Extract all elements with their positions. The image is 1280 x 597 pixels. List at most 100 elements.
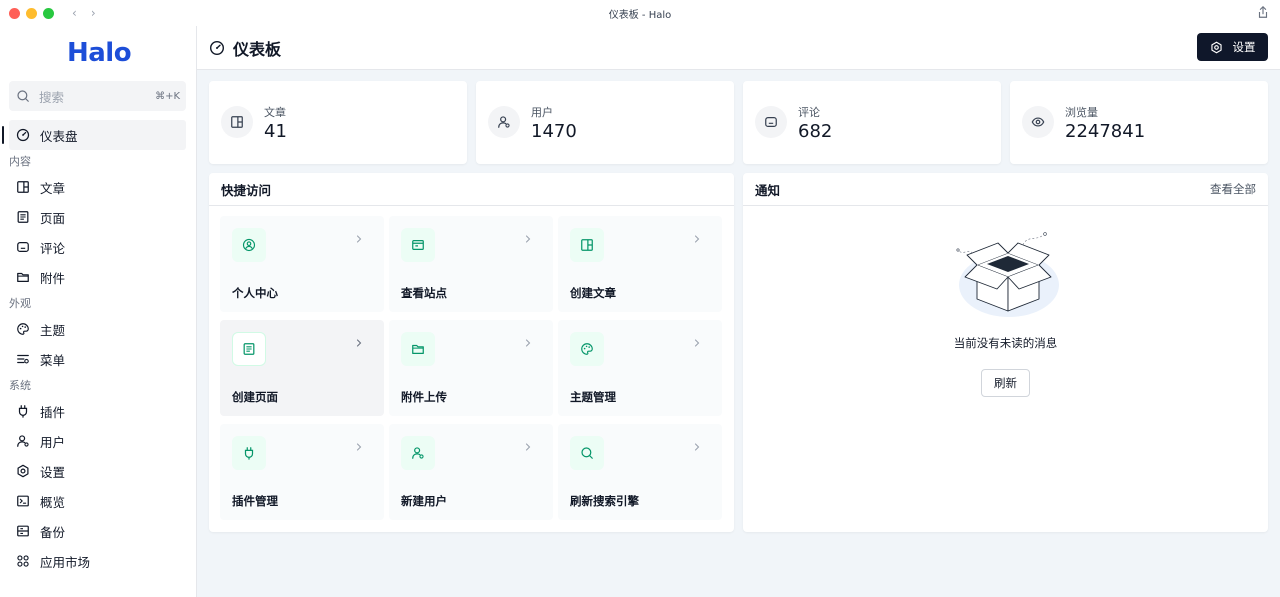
folder-icon xyxy=(16,270,30,284)
palette-icon xyxy=(16,322,30,336)
sidebar-item-plugins[interactable]: 插件 xyxy=(9,396,186,426)
stat-value: 2247841 xyxy=(1065,121,1146,142)
sidebar-menu: 仪表盘 内容 文章 页面 评论 附件 外观 主题 菜单 系统 插件 用户 设置 … xyxy=(0,120,197,576)
sidebar-item-label: 备份 xyxy=(40,524,66,540)
close-window-button[interactable] xyxy=(9,7,20,19)
settings-button[interactable]: 设置 xyxy=(1197,33,1268,61)
sidebar-item-label: 菜单 xyxy=(40,352,66,368)
share-icon[interactable] xyxy=(1256,5,1270,19)
sidebar-item-label: 插件 xyxy=(40,404,66,420)
search-shortcut: ⌘+K xyxy=(155,90,180,102)
sidebar-group-appearance: 外观 xyxy=(9,297,31,310)
sidebar-item-label: 仪表盘 xyxy=(40,128,78,144)
window-controls xyxy=(9,7,54,19)
quick-action-label: 新建用户 xyxy=(401,494,447,508)
chevron-right-icon xyxy=(523,234,533,244)
stat-card-comments: 评论 682 xyxy=(743,81,1001,164)
sidebar-group-content: 内容 xyxy=(9,155,31,168)
quick-action-theme-management[interactable]: 主题管理 xyxy=(558,320,722,416)
qa-icon-wrap xyxy=(401,332,435,366)
refresh-button[interactable]: 刷新 xyxy=(981,369,1030,397)
notifications-panel: 通知 查看全部 当前没有未读的消息 刷新 xyxy=(743,173,1268,532)
search-input[interactable]: 搜索 ⌘+K xyxy=(9,81,186,111)
quick-action-create-page[interactable]: 创建页面 xyxy=(220,320,384,416)
qa-icon-wrap xyxy=(570,228,604,262)
quick-action-profile[interactable]: 个人中心 xyxy=(220,216,384,312)
empty-box-illustration-icon xyxy=(956,232,1059,317)
sidebar-item-settings[interactable]: 设置 xyxy=(9,456,186,486)
quick-action-label: 个人中心 xyxy=(232,286,278,300)
back-arrow-icon[interactable]: ‹ xyxy=(72,6,77,20)
sidebar-item-dashboard[interactable]: 仪表盘 xyxy=(2,120,186,150)
terminal-icon xyxy=(16,494,30,508)
quick-action-view-site[interactable]: 查看站点 xyxy=(389,216,553,312)
qa-icon-wrap xyxy=(570,436,604,470)
sidebar-item-app-market[interactable]: 应用市场 xyxy=(9,546,186,576)
sidebar-item-themes[interactable]: 主题 xyxy=(9,314,186,344)
stat-label: 文章 xyxy=(264,106,286,119)
page-title-text: 仪表板 xyxy=(233,39,282,59)
sidebar-item-backup[interactable]: 备份 xyxy=(9,516,186,546)
sidebar-item-comments[interactable]: 评论 xyxy=(9,232,186,262)
chevron-right-icon xyxy=(692,338,702,348)
page-icon xyxy=(242,342,256,356)
chevron-right-icon xyxy=(692,442,702,452)
minimize-window-button[interactable] xyxy=(26,7,37,19)
quick-action-create-post[interactable]: 创建文章 xyxy=(558,216,722,312)
sidebar-item-menus[interactable]: 菜单 xyxy=(9,344,186,374)
quick-action-label: 查看站点 xyxy=(401,286,447,300)
quick-action-label: 附件上传 xyxy=(401,390,447,404)
stat-value: 1470 xyxy=(531,121,577,142)
chevron-right-icon xyxy=(523,338,533,348)
eye-icon xyxy=(1031,115,1045,129)
stat-icon-wrap xyxy=(221,106,253,138)
quick-action-upload-attachment[interactable]: 附件上传 xyxy=(389,320,553,416)
forward-arrow-icon[interactable]: › xyxy=(91,6,96,20)
quick-action-label: 创建文章 xyxy=(570,286,616,300)
sidebar-item-label: 页面 xyxy=(40,210,66,226)
page-header: 仪表板 设置 xyxy=(197,26,1280,70)
stat-label: 评论 xyxy=(798,106,820,119)
page-title: 仪表板 xyxy=(209,36,281,60)
app-logo[interactable]: Halo xyxy=(67,38,132,68)
stat-icon-wrap xyxy=(755,106,787,138)
chevron-right-icon xyxy=(523,442,533,452)
quick-action-new-user[interactable]: 新建用户 xyxy=(389,424,553,520)
quick-access-title: 快捷访问 xyxy=(221,182,272,198)
stat-label: 用户 xyxy=(531,106,553,119)
sidebar-item-label: 概览 xyxy=(40,494,66,510)
qa-icon-wrap xyxy=(401,436,435,470)
view-all-link[interactable]: 查看全部 xyxy=(1210,181,1256,197)
sidebar-item-label: 主题 xyxy=(40,322,66,338)
gear-icon xyxy=(16,464,30,478)
window-title: 仪表板 - Halo xyxy=(608,9,672,21)
apps-icon xyxy=(16,554,30,568)
chevron-right-icon xyxy=(692,234,702,244)
plug-icon xyxy=(242,446,256,460)
stat-value: 41 xyxy=(264,121,287,142)
sidebar-item-overview[interactable]: 概览 xyxy=(9,486,186,516)
quick-action-plugin-management[interactable]: 插件管理 xyxy=(220,424,384,520)
chevron-right-icon xyxy=(354,234,364,244)
sidebar-item-label: 附件 xyxy=(40,270,66,286)
quick-access-grid: 个人中心 查看站点 创建文章 创建页面 附件上传 主题管理 插件管理 新建用户 … xyxy=(220,216,725,520)
sidebar-item-label: 用户 xyxy=(40,434,66,450)
qa-icon-wrap xyxy=(570,332,604,366)
page-icon xyxy=(16,210,30,224)
sidebar-item-attachments[interactable]: 附件 xyxy=(9,262,186,292)
sidebar-item-pages[interactable]: 页面 xyxy=(9,202,186,232)
sidebar-item-label: 设置 xyxy=(40,464,66,480)
sidebar-item-posts[interactable]: 文章 xyxy=(9,172,186,202)
plug-icon xyxy=(16,404,30,418)
palette-icon xyxy=(580,342,594,356)
zoom-window-button[interactable] xyxy=(43,7,54,19)
comment-icon xyxy=(764,115,778,129)
qa-icon-wrap xyxy=(232,436,266,470)
sidebar-item-label: 评论 xyxy=(40,240,66,256)
stat-label: 浏览量 xyxy=(1065,106,1098,119)
browser-icon xyxy=(411,238,425,252)
quick-action-refresh-search-engine[interactable]: 刷新搜索引擎 xyxy=(558,424,722,520)
stat-icon-wrap xyxy=(1022,106,1054,138)
settings-button-label: 设置 xyxy=(1232,40,1256,54)
sidebar-item-users[interactable]: 用户 xyxy=(9,426,186,456)
